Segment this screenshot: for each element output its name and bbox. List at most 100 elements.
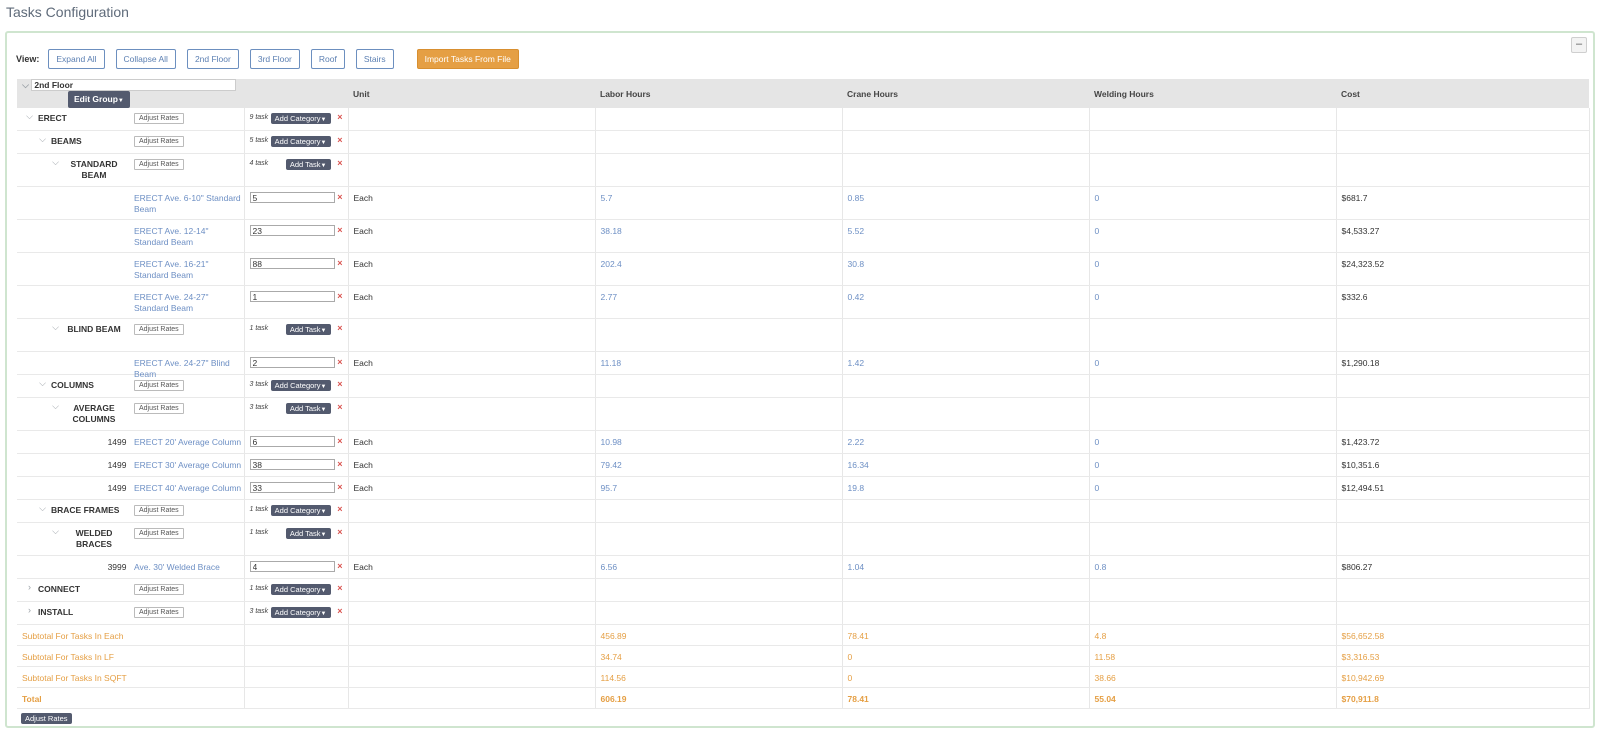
view-stairs-button[interactable]: Stairs [355, 49, 394, 69]
chevron-down-icon[interactable]: ⌵ [52, 402, 59, 411]
quantity-input[interactable] [249, 192, 335, 203]
quantity-input[interactable] [249, 258, 335, 269]
chevron-down-icon[interactable]: ⌵ [26, 112, 33, 121]
task-link[interactable]: ERECT Ave. 6-10" Standard Beam [134, 193, 244, 215]
add-category-button[interactable]: Add Category▼ [270, 607, 331, 618]
delete-icon[interactable]: × [337, 158, 342, 168]
adjust-rates-button[interactable]: Adjust Rates [134, 528, 184, 539]
quantity-input[interactable] [249, 436, 335, 447]
add-category-button[interactable]: Add Category▼ [270, 136, 331, 147]
add-category-button[interactable]: Add Category▼ [270, 584, 331, 595]
task-welding-hours[interactable]: 0 [1089, 252, 1337, 286]
task-welding-hours[interactable]: 0.8 [1089, 555, 1337, 579]
chevron-down-icon[interactable]: ⌵ [39, 504, 46, 513]
view-roof-button[interactable]: Roof [310, 49, 345, 69]
delete-icon[interactable]: × [337, 482, 342, 492]
panel-collapse-button[interactable]: – [1571, 37, 1587, 53]
task-labor-hours[interactable]: 11.18 [595, 351, 843, 375]
task-welding-hours[interactable]: 0 [1089, 476, 1337, 500]
chevron-right-icon[interactable]: › [26, 606, 33, 615]
task-welding-hours[interactable]: 0 [1089, 430, 1337, 454]
add-category-button[interactable]: Add Category▼ [270, 113, 331, 124]
collapse-all-button[interactable]: Collapse All [115, 49, 176, 69]
adjust-rates-button[interactable]: Adjust Rates [134, 380, 184, 391]
add-category-button[interactable]: Add Category▼ [270, 505, 331, 516]
delete-icon[interactable]: × [337, 135, 342, 145]
delete-icon[interactable]: × [337, 357, 342, 367]
import-tasks-button[interactable]: Import Tasks From File [416, 49, 519, 69]
delete-icon[interactable]: × [337, 527, 342, 537]
adjust-rates-button[interactable]: Adjust Rates [134, 113, 184, 124]
chevron-down-icon[interactable]: ⌵ [52, 527, 59, 536]
task-welding-hours[interactable]: 0 [1089, 285, 1337, 319]
chevron-right-icon[interactable]: › [26, 583, 33, 592]
task-crane-hours[interactable]: 0.42 [842, 285, 1090, 319]
add-task-button[interactable]: Add Task▼ [285, 403, 331, 414]
group-name-input[interactable] [31, 79, 237, 91]
task-link[interactable]: ERECT Ave. 12-14" Standard Beam [134, 226, 244, 248]
task-labor-hours[interactable]: 95.7 [595, 476, 843, 500]
quantity-input[interactable] [249, 291, 335, 302]
task-link[interactable]: ERECT 40' Average Column [134, 483, 244, 494]
task-crane-hours[interactable]: 1.42 [842, 351, 1090, 375]
adjust-rates-button[interactable]: Adjust Rates [134, 584, 184, 595]
quantity-input[interactable] [249, 482, 335, 493]
add-task-button[interactable]: Add Task▼ [285, 528, 331, 539]
delete-icon[interactable]: × [337, 402, 342, 412]
delete-icon[interactable]: × [337, 291, 342, 301]
add-category-button[interactable]: Add Category▼ [270, 380, 331, 391]
task-link[interactable]: ERECT Ave. 16-21" Standard Beam [134, 259, 244, 281]
delete-icon[interactable]: × [337, 258, 342, 268]
delete-icon[interactable]: × [337, 112, 342, 122]
view-3rd-floor-button[interactable]: 3rd Floor [249, 49, 300, 69]
add-task-button[interactable]: Add Task▼ [285, 159, 331, 170]
delete-icon[interactable]: × [337, 561, 342, 571]
task-crane-hours[interactable]: 2.22 [842, 430, 1090, 454]
task-welding-hours[interactable]: 0 [1089, 186, 1337, 220]
task-labor-hours[interactable]: 38.18 [595, 219, 843, 253]
footer-adjust-rates-button[interactable]: Adjust Rates [21, 713, 72, 724]
expand-all-button[interactable]: Expand All [48, 49, 105, 69]
task-link[interactable]: ERECT Ave. 24-27" Standard Beam [134, 292, 244, 314]
quantity-input[interactable] [249, 459, 335, 470]
task-welding-hours[interactable]: 0 [1089, 453, 1337, 477]
chevron-down-icon[interactable]: ⌵ [39, 379, 46, 388]
delete-icon[interactable]: × [337, 379, 342, 389]
task-crane-hours[interactable]: 0.85 [842, 186, 1090, 220]
task-link[interactable]: Ave. 30' Welded Brace [134, 562, 244, 573]
task-labor-hours[interactable]: 5.7 [595, 186, 843, 220]
adjust-rates-button[interactable]: Adjust Rates [134, 324, 184, 335]
adjust-rates-button[interactable]: Adjust Rates [134, 505, 184, 516]
view-2nd-floor-button[interactable]: 2nd Floor [186, 49, 239, 69]
chevron-down-icon[interactable]: ⌵ [52, 158, 59, 167]
quantity-input[interactable] [249, 561, 335, 572]
task-welding-hours[interactable]: 0 [1089, 219, 1337, 253]
quantity-input[interactable] [249, 357, 335, 368]
edit-group-button[interactable]: Edit Group▼ [68, 91, 130, 108]
chevron-down-icon[interactable]: ⌵ [22, 80, 29, 89]
adjust-rates-button[interactable]: Adjust Rates [134, 403, 184, 414]
chevron-down-icon[interactable]: ⌵ [52, 323, 59, 332]
delete-icon[interactable]: × [337, 504, 342, 514]
task-labor-hours[interactable]: 6.56 [595, 555, 843, 579]
quantity-input[interactable] [249, 225, 335, 236]
task-crane-hours[interactable]: 1.04 [842, 555, 1090, 579]
task-labor-hours[interactable]: 79.42 [595, 453, 843, 477]
adjust-rates-button[interactable]: Adjust Rates [134, 607, 184, 618]
delete-icon[interactable]: × [337, 583, 342, 593]
delete-icon[interactable]: × [337, 225, 342, 235]
task-labor-hours[interactable]: 2.77 [595, 285, 843, 319]
delete-icon[interactable]: × [337, 606, 342, 616]
adjust-rates-button[interactable]: Adjust Rates [134, 159, 184, 170]
adjust-rates-button[interactable]: Adjust Rates [134, 136, 184, 147]
task-labor-hours[interactable]: 10.98 [595, 430, 843, 454]
delete-icon[interactable]: × [337, 436, 342, 446]
task-crane-hours[interactable]: 19.8 [842, 476, 1090, 500]
delete-icon[interactable]: × [337, 323, 342, 333]
task-welding-hours[interactable]: 0 [1089, 351, 1337, 375]
task-crane-hours[interactable]: 16.34 [842, 453, 1090, 477]
task-link[interactable]: ERECT 30' Average Column [134, 460, 244, 471]
chevron-down-icon[interactable]: ⌵ [39, 135, 46, 144]
add-task-button[interactable]: Add Task▼ [285, 324, 331, 335]
delete-icon[interactable]: × [337, 192, 342, 202]
